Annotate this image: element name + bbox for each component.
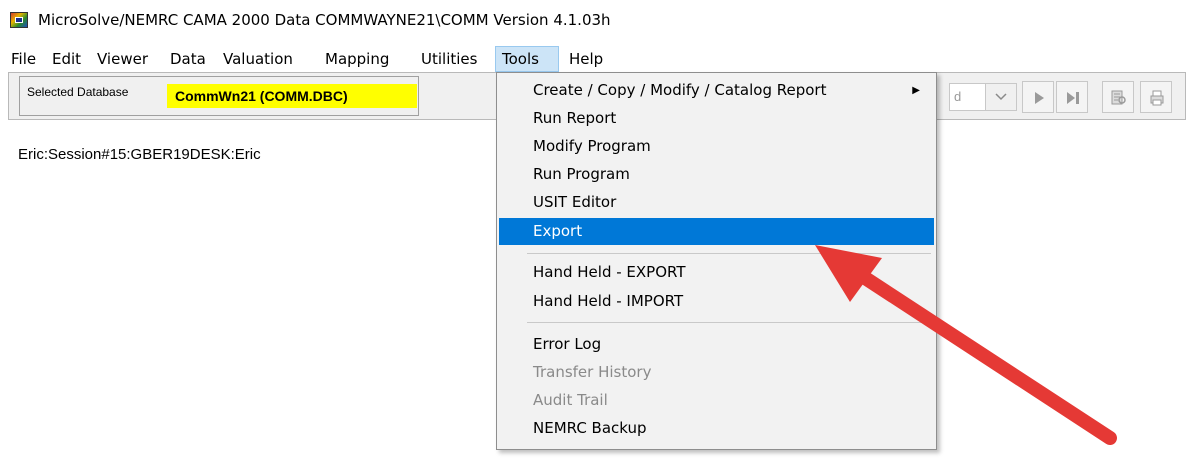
annotation-arrow <box>815 245 1117 445</box>
